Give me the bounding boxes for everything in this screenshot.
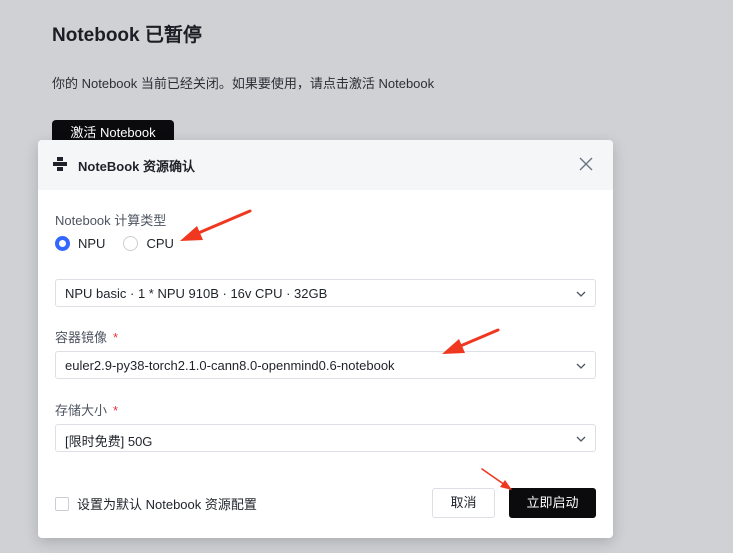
page-title: Notebook 已暂停: [52, 25, 202, 46]
image-select-value: euler2.9-py38-torch2.1.0-cann8.0-openmin…: [65, 358, 395, 373]
notebook-icon: [53, 157, 67, 171]
radio-npu-label: NPU: [78, 236, 106, 251]
radio-npu[interactable]: NPU: [55, 236, 105, 251]
dialog-title: NoteBook 资源确认: [78, 159, 196, 174]
radio-cpu-label: CPU: [146, 236, 174, 251]
default-config-label: 设置为默认 Notebook 资源配置: [77, 497, 257, 512]
default-config-checkbox-row[interactable]: 设置为默认 Notebook 资源配置: [55, 494, 257, 513]
radio-cpu-circle[interactable]: [123, 236, 139, 251]
spec-select[interactable]: NPU basic · 1 * NPU 910B · 16v CPU · 32G…: [55, 279, 596, 307]
image-select[interactable]: euler2.9-py38-torch2.1.0-cann8.0-openmin…: [55, 351, 596, 379]
compute-type-radio-group: NPU CPU: [55, 236, 192, 251]
chevron-down-icon: [576, 291, 586, 297]
storage-label-text: 存储大小: [55, 403, 108, 418]
default-config-checkbox[interactable]: [55, 496, 69, 511]
image-label: 容器镜像 *: [55, 327, 118, 346]
storage-select-value: [限时免费] 50G: [65, 434, 153, 449]
chevron-down-icon: [576, 363, 586, 369]
required-mark: *: [113, 330, 119, 345]
chevron-down-icon: [576, 436, 586, 442]
radio-cpu[interactable]: CPU: [123, 236, 174, 251]
spec-select-value: NPU basic · 1 * NPU 910B · 16v CPU · 32G…: [65, 286, 328, 301]
image-label-text: 容器镜像: [55, 330, 108, 345]
start-now-button[interactable]: 立即启动: [509, 488, 596, 518]
storage-select[interactable]: [限时免费] 50G: [55, 424, 596, 452]
dialog-header: NoteBook 资源确认: [38, 140, 613, 190]
storage-label: 存储大小 *: [55, 400, 118, 419]
compute-type-label: Notebook 计算类型: [55, 213, 167, 228]
required-mark: *: [113, 403, 119, 418]
page-description: 你的 Notebook 当前已经关闭。如果要使用，请点击激活 Notebook: [52, 76, 435, 91]
radio-npu-circle[interactable]: [55, 236, 70, 251]
resource-confirm-dialog: NoteBook 资源确认 Notebook 计算类型 NPU CPU NPU …: [38, 140, 613, 538]
cancel-button[interactable]: 取消: [432, 488, 495, 518]
close-icon[interactable]: [579, 157, 593, 171]
